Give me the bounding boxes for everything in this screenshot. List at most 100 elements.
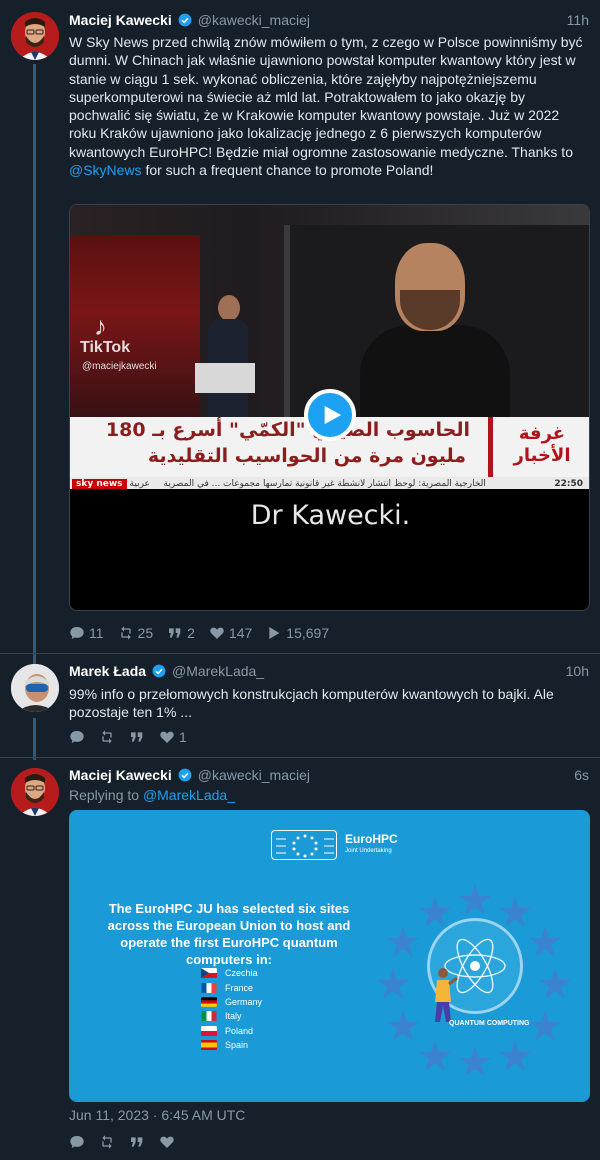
quote-button[interactable]	[129, 729, 145, 745]
tweet-time[interactable]: 11h	[567, 12, 589, 28]
country-name: Spain	[225, 1040, 249, 1051]
like-count: 1	[179, 729, 187, 745]
reply-button[interactable]	[69, 729, 85, 745]
embedded-image-eurohpc[interactable]: EuroHPC Joint Undertaking The EuroHPC JU…	[69, 810, 590, 1102]
like-button[interactable]: 1	[159, 729, 187, 745]
country-list: Czechia France Germany Italy Poland Spai…	[201, 966, 262, 1052]
video-caption: Dr Kawecki.	[250, 500, 411, 531]
avatar-maciej-kawecki[interactable]	[11, 768, 59, 816]
thread-line-1	[33, 64, 36, 669]
country-item: France	[201, 980, 262, 994]
embedded-video[interactable]: ♪ TikTok @maciejkawecki الحاسوب الصيني "…	[69, 204, 590, 611]
eurohpc-logo-text: EuroHPC Joint Undertaking	[345, 833, 398, 857]
czechia-flag-icon	[201, 968, 217, 979]
eurohpc-title: The EuroHPC JU has selected six sites ac…	[107, 901, 351, 967]
country-name: Italy	[225, 1011, 242, 1022]
retweet-button[interactable]: 25	[118, 625, 154, 641]
poland-flag-icon	[201, 1025, 217, 1036]
ticker-brand-line-1: غرفة	[518, 423, 566, 444]
country-name: Czechia	[225, 968, 258, 979]
retweet-icon	[102, 730, 112, 744]
replying-prefix: Replying to	[69, 787, 143, 803]
retweet-count: 25	[137, 625, 154, 641]
retweet-icon	[120, 626, 131, 640]
author-name[interactable]: Maciej Kawecki	[69, 12, 172, 28]
ticker-headline: الحاسوب الصيني "الكمّي" أسرع بـ 180 مليو…	[70, 417, 476, 477]
tweet-time[interactable]: 10h	[566, 663, 589, 679]
replying-to-link[interactable]: @MarekLada_	[143, 787, 235, 803]
views-count: 15,697	[286, 625, 330, 641]
tweet-1-header: Maciej Kawecki @kawecki_maciej 11h	[69, 10, 589, 30]
heart-icon	[160, 731, 174, 743]
verified-badge-icon	[178, 13, 192, 27]
eurohpc-logo-sub: Joint Undertaking	[345, 848, 392, 854]
tweet-text-part: for such a frequent chance to promote Po…	[141, 162, 434, 179]
divider	[0, 757, 600, 758]
tiktok-label: TikTok	[80, 339, 131, 356]
divider	[0, 653, 600, 654]
author-handle[interactable]: @MarekLada_	[172, 663, 264, 679]
country-name: France	[225, 982, 254, 993]
quote-icon	[131, 732, 143, 742]
sky-arabia-label: عربية	[129, 479, 150, 489]
tweet-2-text: 99% info o przełomowych konstrukcjach ko…	[69, 686, 554, 721]
tiktok-logo-icon: ♪	[94, 311, 107, 341]
author-name[interactable]: Marek Łada	[69, 663, 146, 679]
reply-button[interactable]	[69, 1134, 85, 1150]
avatar-maciej-kawecki[interactable]	[11, 12, 59, 60]
country-item: Czechia	[201, 966, 262, 980]
country-name: Germany	[225, 996, 263, 1007]
tweet-1-stats: 11 25 2 147 15,697	[69, 624, 329, 642]
author-handle[interactable]: @kawecki_maciej	[198, 12, 310, 28]
germany-flag-icon	[201, 997, 217, 1007]
tiktok-watermark: ♪ TikTok @maciejkawecki	[80, 313, 157, 372]
comment-icon	[70, 627, 84, 639]
person-figure-icon	[435, 968, 458, 1022]
sky-news-logo: sky news	[72, 479, 127, 489]
replying-to: Replying to @MarekLada_	[69, 787, 235, 803]
tweet-time[interactable]: 6s	[574, 767, 589, 783]
tweet-2-header: Marek Łada @MarekLada_ 10h	[69, 661, 589, 681]
like-button[interactable]	[159, 1134, 175, 1150]
ticker-brand: غرفة الأخبار	[488, 417, 589, 477]
thread-line-2	[33, 718, 36, 760]
video-guest-body	[360, 325, 510, 425]
avatar-marek-lada[interactable]	[11, 664, 59, 712]
retweet-button[interactable]	[99, 729, 115, 745]
author-handle[interactable]: @kawecki_maciej	[198, 767, 310, 783]
tweet-3-stats	[69, 1133, 175, 1151]
play-views-icon	[269, 627, 280, 639]
views-button[interactable]: 15,697	[266, 625, 329, 641]
video-desk	[195, 363, 255, 393]
country-item: Germany	[201, 995, 262, 1009]
tweet-1-text: W Sky News przed chwilą znów mówiłem o t…	[69, 33, 589, 179]
like-count: 147	[228, 625, 253, 641]
retweet-icon	[102, 1135, 112, 1149]
like-button[interactable]: 147	[209, 625, 252, 641]
heart-icon	[160, 1136, 174, 1148]
tweet-date[interactable]: Jun 11, 2023 · 6:45 AM UTC	[69, 1107, 245, 1123]
quote-count: 2	[187, 625, 195, 641]
play-button[interactable]	[304, 389, 356, 441]
france-flag-icon	[201, 982, 217, 993]
quote-button[interactable]	[129, 1134, 145, 1150]
quote-icon	[169, 628, 181, 638]
mention-link-skynews[interactable]: @SkyNews	[69, 162, 142, 178]
country-item: Italy	[201, 1009, 262, 1023]
quote-button[interactable]: 2	[167, 625, 195, 641]
italy-flag-icon	[201, 1011, 217, 1022]
heart-icon	[210, 627, 224, 639]
eurohpc-stars-logo-icon	[271, 830, 337, 860]
ticker-bottom-bar: sky news عربية الخارجية المصرية: لوحظ ان…	[70, 477, 589, 489]
quantum-computing-label: QUANTUM COMPUTING	[449, 1020, 530, 1027]
quote-icon	[131, 1137, 143, 1147]
play-icon	[324, 405, 342, 425]
tweet-text-part: W Sky News przed chwilą znów mówiłem o t…	[69, 34, 583, 160]
country-item: Poland	[201, 1024, 262, 1038]
author-name[interactable]: Maciej Kawecki	[69, 767, 172, 783]
ticker-brand-line-2: الأخبار	[513, 445, 571, 466]
tiktok-user: @maciejkawecki	[82, 361, 157, 372]
reply-button[interactable]: 11	[69, 625, 104, 641]
country-item: Spain	[201, 1038, 262, 1052]
retweet-button[interactable]	[99, 1134, 115, 1150]
